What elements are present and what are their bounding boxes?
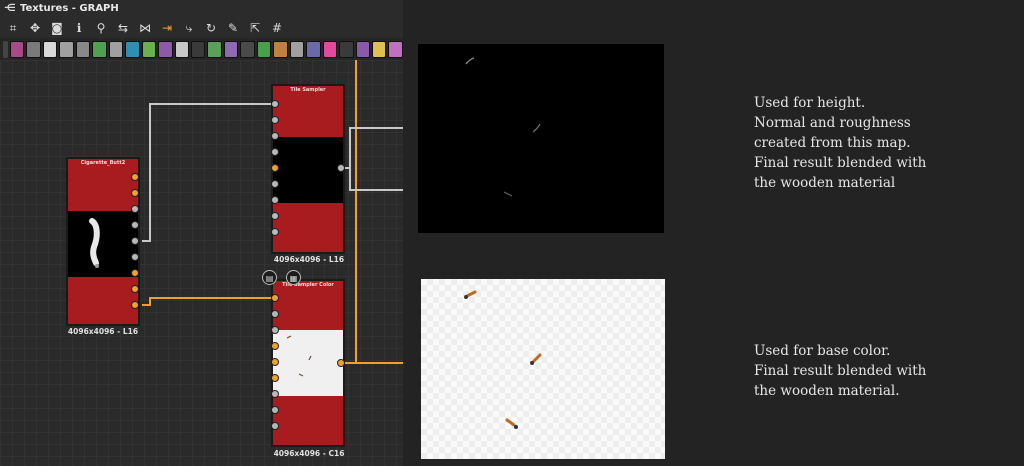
node-library-button[interactable]: [42, 40, 58, 58]
node-library-button[interactable]: [355, 40, 370, 58]
port-orange[interactable]: [337, 359, 345, 367]
port-grey[interactable]: [271, 212, 279, 220]
export-icon[interactable]: ⇱: [246, 20, 264, 36]
node-cigarette-butt[interactable]: Cigarette_Butt2: [66, 157, 140, 326]
node-thumbnail: [273, 137, 343, 203]
node-resolution: 4096x4096 - C16: [273, 449, 345, 458]
node-tile-sampler-color[interactable]: Tile Sampler Color: [271, 279, 345, 447]
frame-icon[interactable]: ⌗: [4, 20, 22, 36]
node-library-button[interactable]: [174, 40, 189, 58]
grid-icon[interactable]: #: [268, 20, 286, 36]
cigarette-sprite: [530, 353, 542, 365]
refresh-icon[interactable]: ↻: [202, 20, 220, 36]
node-library-button[interactable]: [339, 40, 354, 58]
port-grey[interactable]: [271, 196, 279, 204]
port-grey[interactable]: [131, 253, 139, 261]
graph-icon: ⋲: [4, 3, 16, 14]
port-orange[interactable]: [271, 164, 279, 172]
node-library-button[interactable]: [125, 40, 140, 58]
node-library-button[interactable]: [371, 40, 387, 58]
height-map-preview: [418, 44, 664, 233]
node-library-button[interactable]: [108, 40, 124, 58]
node-library-button[interactable]: [190, 40, 206, 58]
node-library-button[interactable]: [59, 40, 74, 58]
wire-color: [142, 297, 275, 306]
node-thumbnail: [68, 211, 138, 277]
port-orange[interactable]: [131, 301, 139, 309]
cigarette-sprite: [464, 290, 477, 299]
node-library-button[interactable]: [273, 40, 288, 58]
node-title: Tile Sampler: [290, 87, 326, 93]
node-tile-sampler[interactable]: Tile Sampler: [271, 84, 345, 254]
port-grey[interactable]: [271, 326, 279, 334]
node-title: Tile Sampler Color: [282, 282, 334, 288]
port-grey[interactable]: [271, 132, 279, 140]
node-library-button[interactable]: [26, 40, 41, 58]
node-library-button[interactable]: [388, 40, 403, 58]
port-orange[interactable]: [271, 342, 279, 350]
node-library-button[interactable]: [306, 40, 321, 58]
node-library-button[interactable]: [289, 40, 305, 58]
port-grey[interactable]: [271, 310, 279, 318]
node-library-toolbar: [0, 38, 403, 60]
window-titlebar: ⋲ Textures - GRAPH: [0, 0, 403, 18]
port-orange[interactable]: [131, 285, 139, 293]
port-orange[interactable]: [131, 269, 139, 277]
search-icon[interactable]: ⚲: [92, 20, 110, 36]
share-icon[interactable]: ⋈: [136, 20, 154, 36]
info-icon[interactable]: ℹ: [70, 20, 88, 36]
pin-icon[interactable]: ⇥: [158, 20, 176, 36]
port-grey[interactable]: [271, 422, 279, 430]
route-icon[interactable]: ⤷: [180, 20, 198, 36]
caption-height: Used for height. Normal and roughness cr…: [754, 95, 927, 191]
wire-output-grey-1: [341, 127, 403, 169]
node-library-button[interactable]: [9, 40, 25, 58]
port-grey[interactable]: [271, 406, 279, 414]
wire-output-orange: [355, 60, 403, 364]
graph-toolbar: ⌗ ✥ ◙ ℹ ⚲ ⇆ ⋈ ⇥ ⤷ ↻ ✎ ⇱ #: [0, 18, 403, 38]
caption-base-color: Used for base color. Final result blende…: [754, 343, 927, 399]
document-icon[interactable]: ▤: [262, 270, 277, 285]
node-title: Cigarette_Butt2: [80, 160, 126, 166]
node-library-button[interactable]: [207, 40, 222, 58]
port-orange[interactable]: [271, 294, 279, 302]
window-title: Textures - GRAPH: [20, 3, 119, 14]
node-library-button[interactable]: [240, 40, 255, 58]
node-resolution: 4096x4096 - L16: [273, 255, 345, 264]
port-grey[interactable]: [271, 390, 279, 398]
wire-output-grey-2: [349, 168, 403, 191]
wrench-icon[interactable]: ✎: [224, 20, 242, 36]
port-grey[interactable]: [271, 148, 279, 156]
port-grey[interactable]: [131, 221, 139, 229]
move-icon[interactable]: ✥: [26, 20, 44, 36]
port-grey[interactable]: [271, 100, 279, 108]
port-grey[interactable]: [337, 164, 345, 172]
toolbar-separator: [3, 40, 8, 58]
wire-height: [142, 103, 275, 242]
node-library-button[interactable]: [158, 40, 173, 58]
port-orange[interactable]: [271, 358, 279, 366]
graph-panel[interactable]: ⋲ Textures - GRAPH ⌗ ✥ ◙ ℹ ⚲ ⇆ ⋈ ⇥ ⤷ ↻ ✎ …: [0, 0, 403, 466]
port-orange[interactable]: [131, 173, 139, 181]
node-library-button[interactable]: [223, 40, 239, 58]
link-icon[interactable]: ⇆: [114, 20, 132, 36]
checker-icon[interactable]: ▦: [286, 270, 301, 285]
node-library-button[interactable]: [322, 40, 338, 58]
port-orange[interactable]: [131, 189, 139, 197]
cigarette-sprite: [505, 418, 518, 429]
camera-icon[interactable]: ◙: [48, 20, 66, 36]
node-library-button[interactable]: [92, 40, 107, 58]
port-grey[interactable]: [271, 180, 279, 188]
node-library-button[interactable]: [256, 40, 272, 58]
node-thumbnail: [273, 330, 343, 396]
port-grey[interactable]: [271, 228, 279, 236]
port-grey[interactable]: [131, 205, 139, 213]
base-color-preview: [421, 279, 665, 459]
port-grey[interactable]: [131, 237, 139, 245]
node-resolution: 4096x4096 - L16: [67, 327, 139, 336]
node-library-button[interactable]: [75, 40, 91, 58]
port-orange[interactable]: [271, 374, 279, 382]
node-library-button[interactable]: [141, 40, 157, 58]
port-grey[interactable]: [271, 116, 279, 124]
